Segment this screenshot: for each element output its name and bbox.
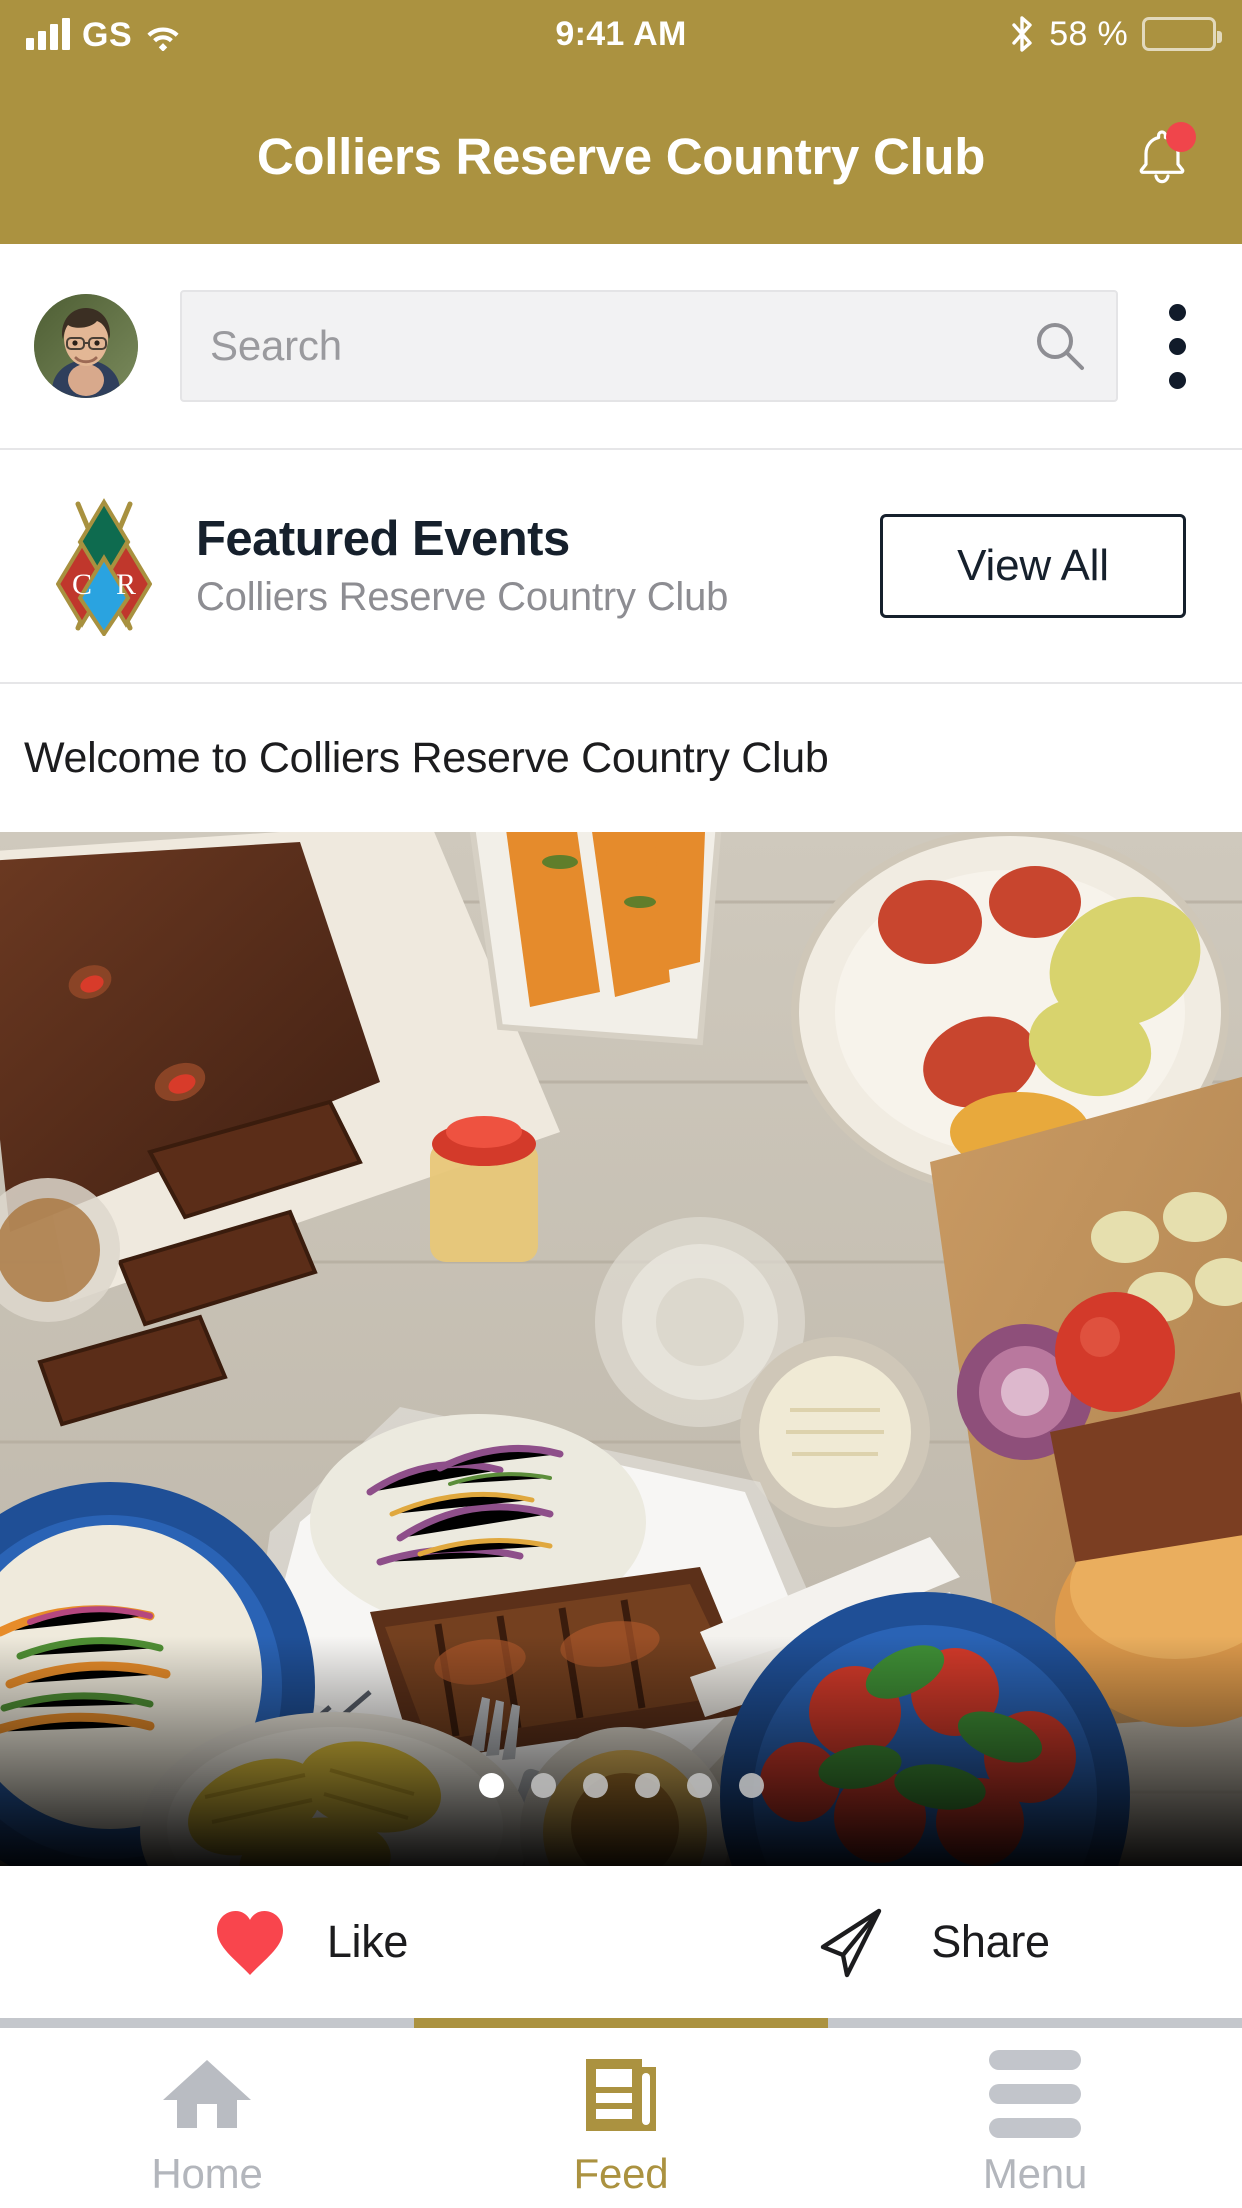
post-caption: Welcome to Colliers Reserve Country Club (0, 684, 1242, 832)
share-label: Share (931, 1916, 1050, 1967)
tab-feed-label: Feed (573, 2150, 669, 2197)
like-button[interactable]: Like (0, 1907, 621, 1977)
paper-plane-icon (813, 1903, 891, 1981)
notifications-button[interactable] (1130, 122, 1196, 188)
tab-indicator-strip (0, 2018, 1242, 2028)
featured-events-text: Featured Events Colliers Reserve Country… (196, 512, 880, 620)
post-actions: Like Share (0, 1866, 1242, 2018)
carousel-dot[interactable] (634, 1773, 660, 1798)
view-all-button[interactable]: View All (880, 514, 1186, 618)
clock-label: 9:41 AM (555, 14, 687, 53)
status-bar-right: 58 % (1009, 14, 1222, 54)
search-placeholder: Search (210, 322, 342, 369)
svg-text:R: R (116, 568, 136, 601)
hamburger-menu-icon (989, 2050, 1081, 2138)
featured-events-subtitle: Colliers Reserve Country Club (196, 574, 729, 619)
tab-feed[interactable]: Feed (414, 2028, 828, 2198)
status-bar-left: GS (26, 16, 182, 54)
post-image[interactable] (0, 832, 1242, 1866)
newspaper-icon (580, 2056, 662, 2132)
colliers-reserve-crest-logo: C R (55, 496, 153, 638)
carousel-dot[interactable] (530, 1773, 556, 1798)
app-screen: GS 9:41 AM 58 % Colliers Reserve Country… (0, 0, 1242, 2208)
tab-home[interactable]: Home (0, 2028, 414, 2198)
status-bar: GS 9:41 AM 58 % (0, 0, 1242, 68)
tab-indicator-home (0, 2018, 414, 2028)
carrier-label: GS (82, 16, 133, 54)
overflow-menu-button[interactable] (1152, 303, 1208, 389)
bluetooth-icon (1009, 16, 1035, 52)
carousel-dot[interactable] (478, 1773, 504, 1798)
image-gradient-overlay (0, 1636, 1242, 1866)
search-icon[interactable] (1032, 318, 1088, 374)
tab-indicator-feed (414, 2018, 828, 2028)
notification-badge (1166, 122, 1196, 152)
tab-home-label: Home (151, 2150, 263, 2197)
search-bar-row: Search (0, 244, 1242, 450)
post-caption-text: Welcome to Colliers Reserve Country Club (24, 733, 829, 782)
svg-text:C: C (72, 568, 92, 601)
carousel-dot[interactable] (686, 1773, 712, 1798)
tab-menu[interactable]: Menu (828, 2028, 1242, 2198)
tab-menu-label: Menu (982, 2150, 1088, 2197)
featured-events-section[interactable]: C R Featured Events Colliers Reserve Cou… (0, 450, 1242, 684)
bottom-tab-bar: Home Feed Menu (0, 2028, 1242, 2208)
carousel-dot[interactable] (582, 1773, 608, 1798)
heart-icon (213, 1907, 287, 1977)
battery-percent-label: 58 % (1049, 14, 1128, 53)
wifi-icon (144, 21, 182, 51)
share-button[interactable]: Share (621, 1903, 1242, 1981)
avatar[interactable] (34, 294, 138, 398)
tab-indicator-menu (828, 2018, 1242, 2028)
search-input[interactable]: Search (180, 290, 1118, 402)
carousel-indicator[interactable] (0, 1773, 1242, 1798)
home-icon (159, 2056, 255, 2132)
battery-icon (1142, 17, 1222, 51)
carousel-dot[interactable] (738, 1773, 764, 1798)
kebab-dot (1168, 303, 1186, 321)
signal-bars-icon (26, 18, 70, 50)
page-title: Colliers Reserve Country Club (256, 127, 986, 185)
app-header: Colliers Reserve Country Club (0, 68, 1242, 244)
kebab-dot (1168, 337, 1186, 355)
like-label: Like (326, 1916, 409, 1967)
featured-events-title: Featured Events (196, 512, 570, 567)
kebab-dot (1168, 371, 1186, 389)
